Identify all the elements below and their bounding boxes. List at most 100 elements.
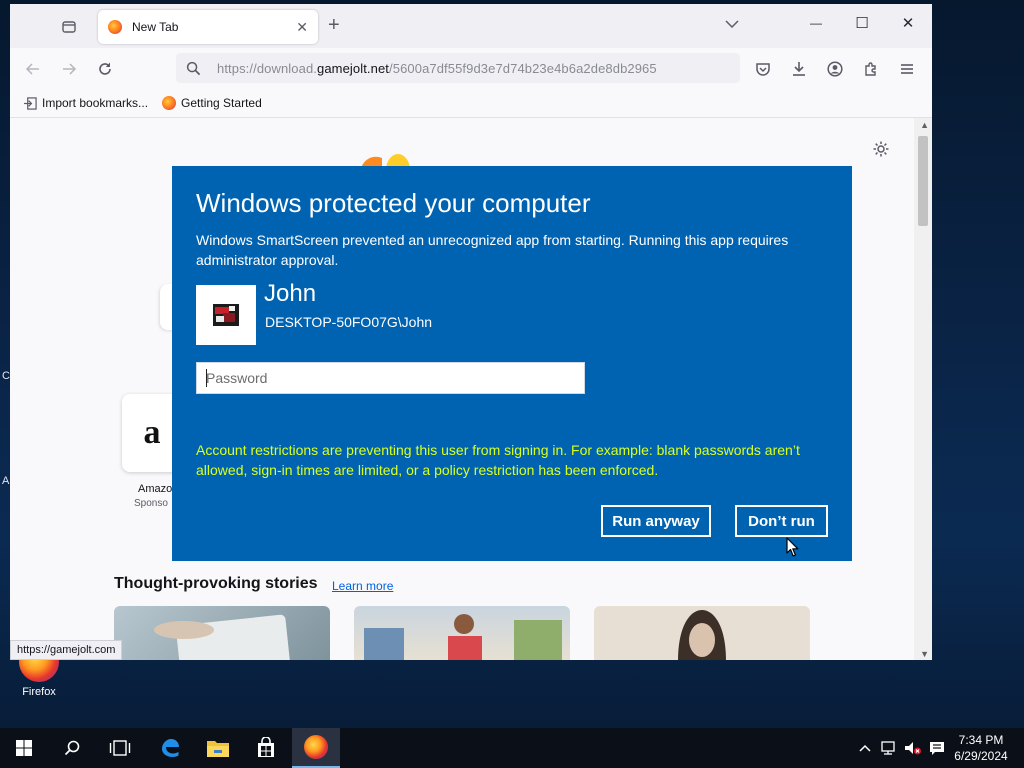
- story-image-1: [154, 614, 290, 660]
- store-button[interactable]: [242, 728, 290, 768]
- user-picture-icon: [213, 304, 239, 326]
- account-button[interactable]: [822, 56, 848, 82]
- gear-icon: [873, 141, 889, 157]
- password-field[interactable]: [196, 362, 585, 394]
- chevron-up-icon: [859, 744, 871, 752]
- store-icon: [258, 737, 274, 757]
- clock-time: 7:34 PM: [958, 733, 1004, 747]
- shortcut-amazon-label: Amazo: [138, 483, 173, 495]
- start-button[interactable]: [0, 728, 48, 768]
- story-image-2: [364, 614, 562, 660]
- download-icon: [793, 62, 805, 76]
- start-icon: [16, 740, 32, 756]
- app-menu-button[interactable]: [894, 56, 920, 82]
- notification-icon: [930, 742, 944, 755]
- show-hidden-icons-button[interactable]: [856, 739, 874, 757]
- search-icon: [64, 740, 80, 756]
- bookmark-import-label: Import bookmarks...: [42, 96, 149, 110]
- shortcut-sponsored-label: Sponso: [134, 498, 168, 509]
- dont-run-button[interactable]: Don’t run: [735, 505, 828, 537]
- learn-more-link[interactable]: Learn more: [332, 579, 393, 593]
- hamburger-menu-icon: [901, 64, 913, 74]
- volume-muted-icon: [905, 742, 921, 755]
- stories-heading: Thought-provoking stories: [114, 575, 318, 592]
- navigation-toolbar: https://download.gamejolt.net/5600a7df55…: [10, 48, 932, 88]
- account-icon: [827, 61, 843, 77]
- taskbar: 7:34 PM 6/29/2024: [0, 728, 1024, 768]
- personalize-button[interactable]: [872, 140, 890, 163]
- amazon-logo-icon: a: [143, 414, 161, 451]
- file-explorer-icon: [207, 741, 229, 757]
- scroll-down-icon[interactable]: ▼: [920, 649, 929, 659]
- new-tab-button[interactable]: +: [328, 14, 340, 37]
- tab-title: New Tab: [132, 20, 179, 34]
- minimize-button[interactable]: —: [796, 16, 836, 30]
- volume-button[interactable]: [904, 739, 922, 757]
- back-button[interactable]: [20, 56, 46, 82]
- url-prefix: https://download.: [217, 60, 317, 76]
- edge-icon: [162, 739, 179, 757]
- story-card-2[interactable]: [354, 606, 570, 660]
- tab-new-tab[interactable]: New Tab ✕: [98, 10, 318, 44]
- text-caret: [206, 369, 207, 387]
- scroll-up-icon[interactable]: ▲: [920, 120, 929, 130]
- scroll-thumb[interactable]: [918, 136, 928, 226]
- firefox-taskbar-button[interactable]: [292, 728, 340, 768]
- system-clock[interactable]: 7:34 PM 6/29/2024: [948, 732, 1014, 764]
- maximize-button[interactable]: ☐: [842, 14, 882, 32]
- extensions-button[interactable]: [858, 56, 884, 82]
- list-all-tabs-button[interactable]: [712, 18, 752, 32]
- task-view-icon: [109, 740, 131, 756]
- close-window-button[interactable]: ✕: [888, 14, 928, 32]
- task-view-button[interactable]: [96, 728, 144, 768]
- search-button[interactable]: [48, 728, 96, 768]
- bookmark-getting-started[interactable]: Getting Started: [162, 96, 262, 110]
- smartscreen-dialog: Windows protected your computer Windows …: [172, 166, 852, 561]
- dialog-description: Windows SmartScreen prevented an unrecog…: [196, 232, 789, 268]
- story-image-3: [678, 610, 726, 660]
- import-icon: [24, 96, 37, 110]
- action-center-button[interactable]: [928, 739, 946, 757]
- bookmark-import[interactable]: Import bookmarks...: [24, 96, 148, 110]
- mouse-pointer-icon: [786, 537, 799, 557]
- firefox-favicon-icon: [108, 20, 122, 34]
- desktop-firefox-label: Firefox: [22, 686, 56, 698]
- search-icon: [186, 61, 201, 75]
- network-icon: [881, 741, 895, 755]
- user-domain: DESKTOP-50FO07G\John: [265, 314, 433, 330]
- story-card-1[interactable]: [114, 606, 330, 660]
- edge-taskbar-button[interactable]: [146, 728, 194, 768]
- forward-arrow-icon: [63, 63, 77, 75]
- desktop-icon-label-partial-c: C: [2, 370, 10, 382]
- forward-button[interactable]: [56, 56, 82, 82]
- chevron-down-icon: [725, 20, 739, 29]
- url-text: https://download.gamejolt.net/5600a7df55…: [217, 61, 657, 76]
- reload-icon: [99, 62, 111, 75]
- firefox-view-button[interactable]: [58, 16, 80, 38]
- page-scrollbar[interactable]: ▲ ▼: [914, 118, 932, 660]
- network-status-button[interactable]: [880, 739, 898, 757]
- desktop-icon-label-partial-a: A: [2, 475, 10, 487]
- address-bar[interactable]: https://download.gamejolt.net/5600a7df55…: [176, 53, 740, 83]
- downloads-button[interactable]: [786, 56, 812, 82]
- firefox-view-icon: [62, 21, 76, 33]
- account-restriction-warning: Account restrictions are preventing this…: [196, 442, 800, 478]
- run-anyway-button[interactable]: Run anyway: [601, 505, 711, 537]
- dialog-title: Windows protected your computer: [196, 188, 591, 218]
- reload-button[interactable]: [92, 56, 118, 82]
- bookmark-getting-started-label: Getting Started: [181, 96, 262, 110]
- tab-close-icon[interactable]: ✕: [296, 19, 308, 36]
- pocket-button[interactable]: [750, 56, 776, 82]
- story-card-3[interactable]: [594, 606, 810, 660]
- bookmarks-toolbar: Import bookmarks... Getting Started: [10, 90, 932, 116]
- firefox-icon: [304, 735, 328, 759]
- puzzle-icon: [865, 62, 876, 76]
- clock-date: 6/29/2024: [954, 749, 1008, 763]
- pocket-icon: [756, 63, 770, 76]
- url-path: /5600a7df55f9d3e7d74b23e4b6a2de8db2965: [389, 60, 657, 76]
- tab-bar: New Tab ✕ + — ☐ ✕: [10, 4, 932, 48]
- back-arrow-icon: [25, 63, 39, 75]
- status-link-preview: https://gamejolt.com: [10, 640, 123, 660]
- user-name: John: [264, 280, 317, 307]
- file-explorer-button[interactable]: [194, 728, 242, 768]
